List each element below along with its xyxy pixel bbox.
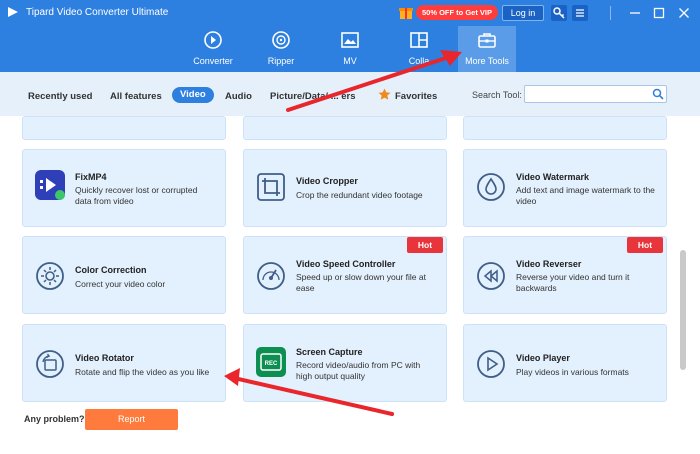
rotate-icon <box>36 350 64 378</box>
tool-card-fixmp4[interactable]: FixMP4 Quickly recover lost or corrupted… <box>22 149 226 227</box>
scrollbar-thumb[interactable] <box>680 250 686 370</box>
watermark-drop-icon <box>477 173 505 201</box>
tool-title: Video Reverser <box>516 259 582 269</box>
nav-converter[interactable]: Converter <box>184 26 242 72</box>
speedometer-icon <box>257 262 285 290</box>
nav-collage[interactable]: Colla <box>390 26 448 72</box>
tool-title: Screen Capture <box>296 347 363 357</box>
nav-ripper[interactable]: Ripper <box>252 26 310 72</box>
nav-converter-label: Converter <box>193 56 233 66</box>
tool-description: Quickly recover lost or corrupted data f… <box>75 185 198 206</box>
toolbox-icon <box>478 33 496 48</box>
tool-title: Video Cropper <box>296 176 358 186</box>
nav-more-tools-label: More Tools <box>465 56 509 66</box>
screen-record-icon: REC <box>256 347 286 377</box>
collage-icon <box>410 32 428 48</box>
tool-description: Rotate and flip the video as you like <box>75 367 210 377</box>
tool-card-color-correction[interactable]: Color Correction Correct your video colo… <box>22 236 226 314</box>
reverse-icon <box>477 262 505 290</box>
nav-ripper-label: Ripper <box>267 56 295 66</box>
app-title: Tipard Video Converter Ultimate <box>26 7 169 18</box>
filter-favorites[interactable]: Favorites <box>395 91 437 102</box>
hot-badge: Hot <box>627 237 663 253</box>
window-controls-divider <box>610 6 611 20</box>
report-button[interactable]: Report <box>85 409 178 430</box>
filter-audio[interactable]: Audio <box>225 91 252 102</box>
hot-badge: Hot <box>407 237 443 253</box>
main-nav: Converter Ripper MV Colla More Tools <box>0 26 700 72</box>
color-correction-icon <box>36 262 64 290</box>
gift-icon[interactable] <box>398 4 414 20</box>
tool-title: Color Correction <box>75 265 147 275</box>
tool-card-video-cropper[interactable]: Video Cropper Crop the redundant video f… <box>243 149 447 227</box>
tool-title: Video Speed Controller <box>296 259 396 269</box>
play-icon <box>477 350 505 378</box>
close-icon[interactable] <box>675 4 693 22</box>
annotation-arrowhead-rotator <box>224 368 240 386</box>
tool-card-video-speed-controller[interactable]: Hot Video Speed Controller Speed up or s… <box>243 236 447 314</box>
star-icon <box>378 88 391 100</box>
search-label: Search Tool: <box>472 90 522 100</box>
tool-title: Video Player <box>516 353 570 363</box>
app-header: Tipard Video Converter Ultimate 50% OFF … <box>0 0 700 72</box>
tool-card-video-player[interactable]: Video Player Play videos in various form… <box>463 324 667 402</box>
menu-button[interactable] <box>572 5 588 21</box>
svg-text:REC: REC <box>265 361 278 367</box>
key-icon <box>553 7 565 19</box>
converter-icon <box>204 31 222 49</box>
search-tool-input[interactable] <box>524 85 667 103</box>
tool-description: Correct your video color <box>75 279 166 289</box>
filter-recently-used[interactable]: Recently used <box>28 91 92 102</box>
tool-title: FixMP4 <box>75 172 107 182</box>
tool-description: Reverse your video and turn it backwards <box>516 272 630 293</box>
tool-description: Add text and image watermark to the vide… <box>516 185 655 206</box>
tool-card-video-watermark[interactable]: Video Watermark Add text and image water… <box>463 149 667 227</box>
titlebar: Tipard Video Converter Ultimate 50% OFF … <box>0 0 700 26</box>
tool-title: Video Rotator <box>75 353 134 363</box>
tool-card-video-rotator[interactable]: Video Rotator Rotate and flip the video … <box>22 324 226 402</box>
crop-icon <box>257 173 285 201</box>
register-key-button[interactable] <box>551 5 567 21</box>
nav-more-tools[interactable]: More Tools <box>458 26 516 72</box>
problem-label: Any problem? <box>24 414 85 424</box>
tool-description: Play videos in various formats <box>516 367 629 377</box>
tool-title: Video Watermark <box>516 172 590 182</box>
tool-card-screen-capture[interactable]: REC Screen Capture Record video/audio fr… <box>243 324 447 402</box>
mv-icon <box>341 32 359 48</box>
filter-all-features[interactable]: All features <box>110 91 162 102</box>
maximize-icon[interactable] <box>650 4 668 22</box>
minimize-icon[interactable] <box>626 4 644 22</box>
tool-description: Record video/audio from PC with high out… <box>296 360 421 381</box>
tool-description: Speed up or slow down your file at ease <box>296 272 426 293</box>
search-icon[interactable] <box>652 88 664 100</box>
ripper-icon <box>272 31 290 49</box>
tool-card-partial-2[interactable] <box>243 116 447 140</box>
filter-video[interactable]: Video <box>172 87 214 103</box>
tool-card-partial-1[interactable] <box>22 116 226 140</box>
app-logo-icon <box>8 7 18 17</box>
login-button[interactable]: Log in <box>502 5 544 21</box>
nav-mv[interactable]: MV <box>321 26 379 72</box>
tool-description: Crop the redundant video footage <box>296 190 423 200</box>
nav-mv-label: MV <box>343 56 357 66</box>
hamburger-icon <box>576 9 584 17</box>
fixmp4-icon <box>35 170 65 200</box>
tool-card-partial-3[interactable] <box>463 116 667 140</box>
nav-collage-label: Colla <box>408 56 430 66</box>
filter-picture-data[interactable]: Picture/Data/ ... ers <box>270 91 356 102</box>
tool-card-video-reverser[interactable]: Hot Video Reverser Reverse your video an… <box>463 236 667 314</box>
vip-offer-button[interactable]: 50% OFF to Get VIP <box>416 5 498 20</box>
